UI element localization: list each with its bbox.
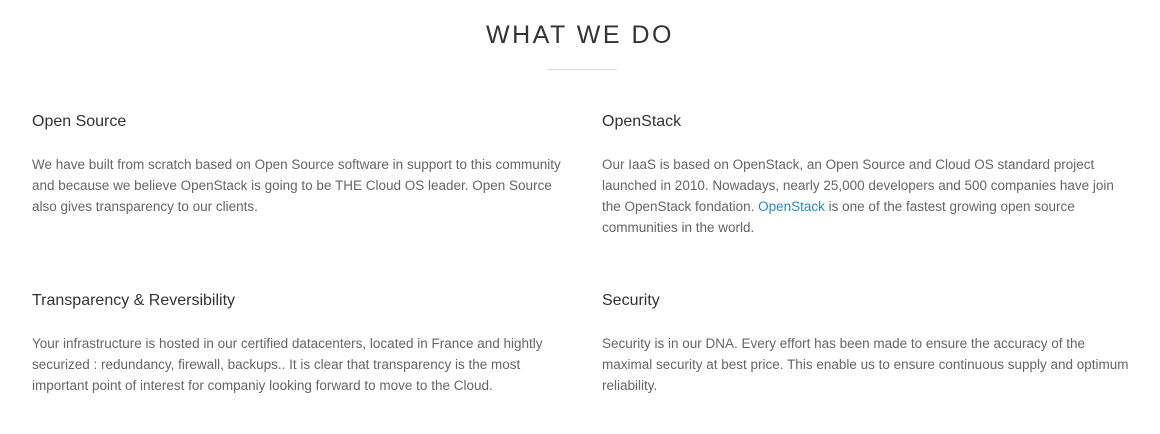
- feature-open-source: Open Source We have built from scratch b…: [32, 112, 566, 217]
- title-divider: [547, 69, 617, 70]
- feature-description: We have built from scratch based on Open…: [32, 157, 561, 214]
- feature-title: Transparency & Reversibility: [32, 292, 236, 309]
- feature-description: Your infrastructure is hosted in our cer…: [32, 336, 543, 393]
- feature-description: Our IaaS is based on OpenStack, an Open …: [602, 154, 1132, 238]
- feature-security: Security Security is in our DNA. Every e…: [602, 291, 1132, 396]
- section-title: WHAT WE DO: [486, 21, 674, 49]
- feature-openstack: OpenStack Our IaaS is based on OpenStack…: [602, 112, 1132, 238]
- feature-title: Security: [602, 292, 660, 309]
- feature-transparency-reversibility: Transparency & Reversibility Your infras…: [32, 291, 566, 396]
- openstack-link[interactable]: OpenStack: [758, 199, 825, 214]
- feature-description: Security is in our DNA. Every effort has…: [602, 336, 1129, 393]
- feature-title: OpenStack: [602, 113, 682, 130]
- feature-title: Open Source: [32, 113, 127, 130]
